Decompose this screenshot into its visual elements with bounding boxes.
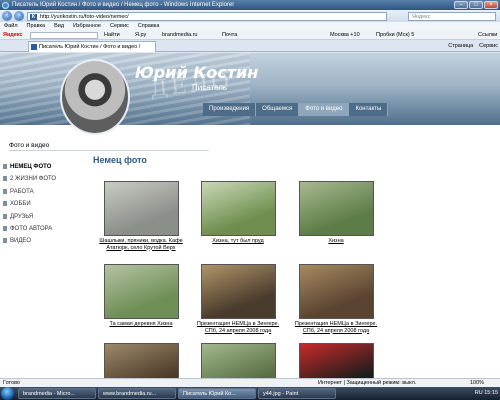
- sidebar-item[interactable]: ФОТО АВТОРА: [3, 223, 83, 235]
- start-button-icon[interactable]: [1, 387, 14, 400]
- photo-thumbnail[interactable]: [104, 343, 179, 378]
- yandex-toolbar: Яндекс Найти Я.ру brandmedia.ru Почта Мо…: [0, 30, 500, 40]
- site-header: ДЕЛО Юрий Костин Писатель Произведения Об…: [0, 53, 500, 135]
- menu-edit[interactable]: Правка: [27, 22, 46, 30]
- photo-thumbnail[interactable]: [299, 264, 374, 319]
- site-subtitle: Писатель: [192, 83, 228, 92]
- divider: [9, 150, 209, 151]
- author-portrait: [60, 59, 130, 135]
- toolbar-item-brandmedia[interactable]: brandmedia.ru: [162, 30, 197, 40]
- site-title: Юрий Костин: [135, 63, 259, 82]
- toolbar-item-mail[interactable]: Почта: [222, 30, 237, 40]
- window-controls: – □ ×: [454, 1, 498, 9]
- yandex-logo: Яндекс: [3, 32, 23, 38]
- sidebar-item[interactable]: 2 ЖИЗНИ ФОТО: [3, 173, 83, 185]
- toolbar-item-weather[interactable]: Москва +10: [330, 30, 360, 40]
- photo-caption-link[interactable]: Презентация НЕМЦа в Зингере. СПб, 24 апр…: [193, 321, 283, 334]
- taskbar-button[interactable]: Писатель Юрий Ко...: [178, 388, 256, 399]
- page-menu-button[interactable]: Страница: [448, 40, 473, 52]
- nav-tab-3[interactable]: Контакты: [349, 103, 389, 116]
- back-arrow-icon[interactable]: ‹: [2, 11, 12, 21]
- nav-tab-1[interactable]: Общаемся: [256, 103, 300, 116]
- photo-caption-link[interactable]: Хизна, тут был пруд: [193, 238, 283, 245]
- maximize-icon[interactable]: □: [469, 1, 483, 9]
- photo-caption-link[interactable]: Презентация НЕМЦа в Зингере. СПб, 24 апр…: [291, 321, 381, 334]
- page-title: Немец фото: [93, 155, 147, 165]
- sidebar-menu: НЕМЕЦ ФОТО 2 ЖИЗНИ ФОТО РАБОТА ХОББИ ДРУЗЬЯ Ф…: [3, 161, 83, 248]
- search-input[interactable]: Яндекс: [408, 12, 496, 21]
- address-row: ‹ › K http://yurikostin.ru/foto-video/ne…: [0, 10, 500, 22]
- ie-logo-icon: [2, 2, 9, 9]
- photo-thumbnail[interactable]: [104, 181, 179, 236]
- menu-help[interactable]: Справка: [138, 22, 160, 30]
- sidebar-item[interactable]: ХОББИ: [3, 198, 83, 210]
- photo-thumbnail[interactable]: [299, 343, 374, 378]
- status-text: Готово: [3, 380, 20, 386]
- photo-thumbnail[interactable]: [299, 181, 374, 236]
- breadcrumb: Фото и видео: [9, 142, 50, 149]
- minimize-icon[interactable]: –: [454, 1, 468, 9]
- photo-caption-link[interactable]: Шашлыки, пряники, водка. Кафе Ататюрк, с…: [96, 238, 186, 251]
- tab-strip: Писатель Юрий Костин / Фото и видео / Не…: [0, 40, 500, 60]
- photo-thumbnail[interactable]: [201, 264, 276, 319]
- clock: 15:15: [484, 390, 498, 396]
- tools-menu-button[interactable]: Сервис: [479, 40, 498, 52]
- photo-thumbnail[interactable]: [201, 181, 276, 236]
- photo-caption-link[interactable]: Та самая деревня Хизна: [96, 321, 186, 328]
- language-indicator[interactable]: RU: [475, 390, 483, 396]
- yandex-find-button[interactable]: Найти: [104, 30, 120, 40]
- address-url: http://yurikostin.ru/foto-video/nemec/: [40, 14, 129, 20]
- forward-arrow-icon[interactable]: ›: [14, 11, 24, 21]
- tab-favicon-icon: [31, 44, 37, 50]
- photo-thumbnail[interactable]: [201, 343, 276, 378]
- nav-tab-0[interactable]: Произведения: [203, 103, 257, 116]
- address-bar[interactable]: K http://yurikostin.ru/foto-video/nemec/: [27, 12, 387, 21]
- window-title-bar: Писатель Юрий Костин / Фото и видео / Не…: [0, 0, 500, 10]
- yandex-search-input[interactable]: [30, 32, 98, 39]
- photo-thumbnail[interactable]: [104, 264, 179, 319]
- taskbar-button[interactable]: brandmedia - Micro...: [18, 388, 96, 399]
- menu-bar: Файл Правка Вид Избранное Сервис Справка: [0, 22, 500, 30]
- taskbar-button[interactable]: y44.jpg - Paint: [258, 388, 336, 399]
- toolbar-item-yaru[interactable]: Я.ру: [135, 30, 146, 40]
- sidebar-item[interactable]: ВИДЕО: [3, 235, 83, 247]
- photo-caption-link[interactable]: Хизна: [291, 238, 381, 245]
- toolbar-item-traffic[interactable]: Пробки (Мск) 5: [376, 30, 414, 40]
- command-bar: Страница Сервис: [448, 40, 498, 52]
- menu-favorites[interactable]: Избранное: [73, 22, 101, 30]
- menu-view[interactable]: Вид: [54, 22, 64, 30]
- taskbar: brandmedia - Micro... www.brandmedia.ru..…: [0, 387, 500, 400]
- close-icon[interactable]: ×: [484, 1, 498, 9]
- security-zone: Интернет | Защищенный режим: выкл.: [318, 380, 417, 386]
- toolbar-item-links[interactable]: Ссылки: [478, 30, 497, 40]
- menu-tools[interactable]: Сервис: [110, 22, 129, 30]
- status-bar: Готово Интернет | Защищенный режим: выкл…: [0, 378, 500, 387]
- nav-tab-2[interactable]: Фото и видео: [299, 103, 350, 116]
- browser-tab-active[interactable]: Писатель Юрий Костин / Фото и видео / Не…: [28, 41, 156, 60]
- window-title: Писатель Юрий Костин / Фото и видео / Не…: [12, 2, 235, 8]
- site-navigation: Произведения Общаемся Фото и видео Контакты: [203, 103, 389, 116]
- menu-file[interactable]: Файл: [4, 22, 18, 30]
- system-tray: RU 15:15: [475, 387, 498, 400]
- sidebar-item[interactable]: ДРУЗЬЯ: [3, 211, 83, 223]
- sidebar-item[interactable]: НЕМЕЦ ФОТО: [3, 161, 83, 173]
- page-viewport: ДЕЛО Юрий Костин Писатель Произведения Об…: [0, 53, 500, 378]
- sidebar-item[interactable]: РАБОТА: [3, 186, 83, 198]
- taskbar-button[interactable]: www.brandmedia.ru...: [98, 388, 176, 399]
- zoom-level[interactable]: 100%: [470, 379, 484, 387]
- site-favicon-icon: K: [30, 14, 37, 20]
